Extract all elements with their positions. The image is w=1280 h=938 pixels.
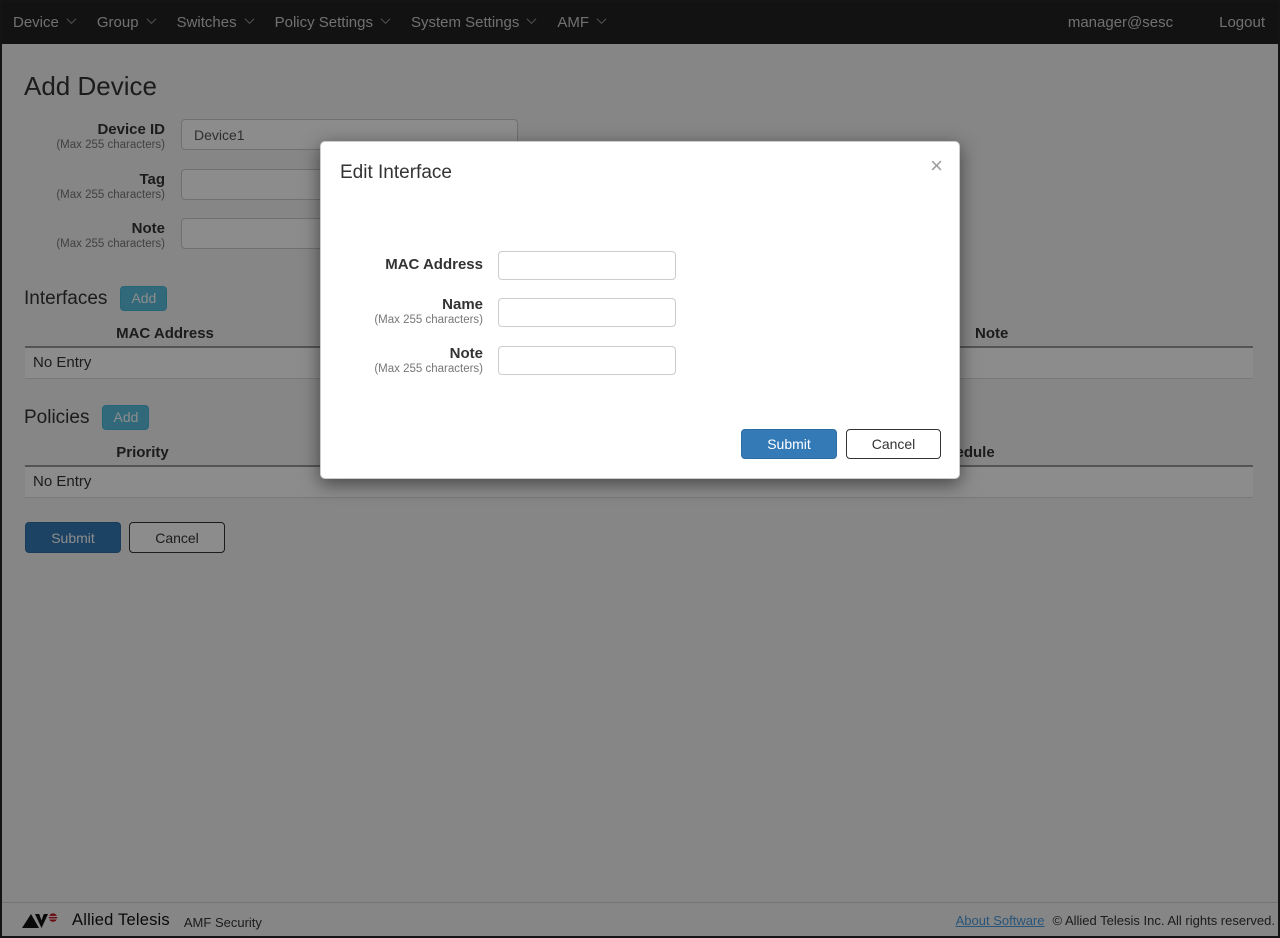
edit-interface-modal: Edit Interface × MAC Address Name (Max 2… <box>320 141 960 479</box>
modal-mac-field[interactable] <box>498 251 676 280</box>
modal-name-field[interactable] <box>498 298 676 327</box>
modal-note-label-block: Note (Max 255 characters) <box>321 346 483 377</box>
app-window: Device Group Switches Policy Settings Sy… <box>0 0 1280 938</box>
modal-mac-label-block: MAC Address <box>321 257 483 273</box>
modal-note-label: Note <box>449 345 483 362</box>
close-icon[interactable]: × <box>930 155 943 177</box>
modal-name-hint: (Max 255 characters) <box>374 314 483 326</box>
modal-title: Edit Interface <box>340 162 452 183</box>
modal-cancel-button[interactable]: Cancel <box>846 429 941 459</box>
modal-mac-label: MAC Address <box>385 256 483 273</box>
modal-submit-button[interactable]: Submit <box>741 429 837 459</box>
modal-note-field[interactable] <box>498 346 676 375</box>
modal-name-label: Name <box>442 296 483 313</box>
modal-name-label-block: Name (Max 255 characters) <box>321 297 483 328</box>
modal-note-hint: (Max 255 characters) <box>374 363 483 375</box>
